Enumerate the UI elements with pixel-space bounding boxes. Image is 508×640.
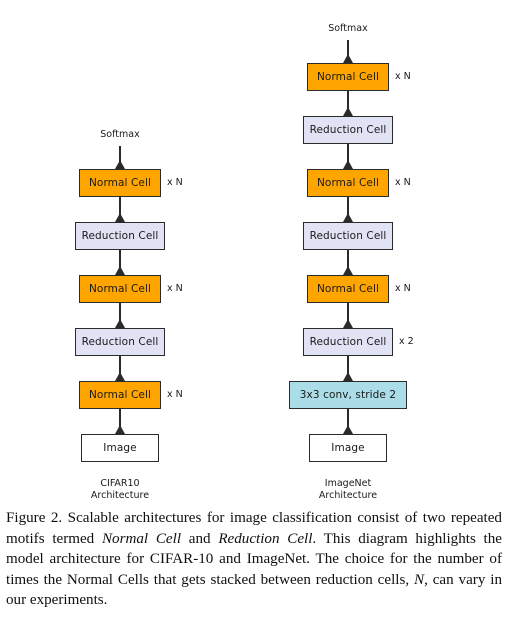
caption-italic-reduction-cell: Reduction Cell — [218, 530, 313, 547]
node-normal: Normal Cell — [307, 169, 389, 197]
repeat-count-label: x N — [395, 177, 411, 188]
node-label: Normal Cell — [316, 71, 380, 83]
architecture-name-label: ImageNet Architecture — [318, 478, 378, 501]
node-normal: Normal Cell — [79, 169, 161, 197]
architecture-column-imagenet: Normal Cell x N Reduction Cell Normal Cell x… — [248, 0, 448, 505]
arrow-head-icon — [343, 54, 353, 63]
repeat-count-label: x 2 — [399, 336, 414, 347]
node-label: Normal Cell — [88, 389, 152, 401]
arrow-head-icon — [343, 266, 353, 275]
node-normal: Normal Cell — [307, 63, 389, 91]
node-normal: Normal Cell — [79, 275, 161, 303]
node-label: Reduction Cell — [81, 336, 159, 348]
arrow-head-icon — [115, 213, 125, 222]
node-image: Image — [309, 434, 387, 462]
architecture-name-label: CIFAR10 Architecture — [90, 478, 150, 501]
node-label: Normal Cell — [88, 283, 152, 295]
arrow-head-icon — [343, 213, 353, 222]
node-reduction: Reduction Cell — [303, 222, 393, 250]
arrow-head-icon — [115, 160, 125, 169]
figure-diagram: Normal Cell x N Reduction Cell Normal Cell x… — [0, 0, 508, 505]
node-image: Image — [81, 434, 159, 462]
repeat-count-label: x N — [395, 71, 411, 82]
node-label: 3x3 conv, stride 2 — [299, 389, 397, 401]
repeat-count-label: x N — [167, 389, 183, 400]
softmax-label: Softmax — [100, 129, 140, 140]
arrow-head-icon — [343, 319, 353, 328]
architecture-column-cifar: Normal Cell x N Reduction Cell Normal Cell x… — [20, 0, 220, 505]
arrow-head-icon — [115, 372, 125, 381]
node-label: Normal Cell — [88, 177, 152, 189]
caption-text-2: and — [181, 530, 219, 547]
node-label: Normal Cell — [316, 283, 380, 295]
repeat-count-label: x N — [167, 283, 183, 294]
caption-italic-n: N — [414, 571, 425, 588]
arrow-head-icon — [115, 425, 125, 434]
node-reduction: Reduction Cell — [75, 328, 165, 356]
figure-caption: Figure 2. Scalable architectures for ima… — [6, 508, 502, 611]
repeat-count-label: x N — [395, 283, 411, 294]
arrow-head-icon — [115, 266, 125, 275]
node-reduction: Reduction Cell — [75, 222, 165, 250]
node-normal: Normal Cell — [79, 381, 161, 409]
node-label: Reduction Cell — [309, 124, 387, 136]
node-label: Image — [103, 442, 137, 454]
arrow-head-icon — [343, 425, 353, 434]
caption-figure-number: Figure 2. — [6, 510, 63, 526]
node-label: Reduction Cell — [309, 336, 387, 348]
node-normal: Normal Cell — [307, 275, 389, 303]
node-label: Normal Cell — [316, 177, 380, 189]
caption-italic-normal-cell: Normal Cell — [101, 530, 182, 547]
arrow-head-icon — [343, 160, 353, 169]
node-label: Reduction Cell — [81, 230, 159, 242]
node-label: Reduction Cell — [309, 230, 387, 242]
arrow-head-icon — [343, 107, 353, 116]
node-reduction: Reduction Cell — [303, 116, 393, 144]
arrow-head-icon — [343, 372, 353, 381]
repeat-count-label: x N — [167, 177, 183, 188]
node-reduction: Reduction Cell — [303, 328, 393, 356]
node-label: Image — [331, 442, 365, 454]
arrow-head-icon — [115, 319, 125, 328]
softmax-label: Softmax — [328, 23, 368, 34]
node-conv: 3x3 conv, stride 2 — [289, 381, 407, 409]
